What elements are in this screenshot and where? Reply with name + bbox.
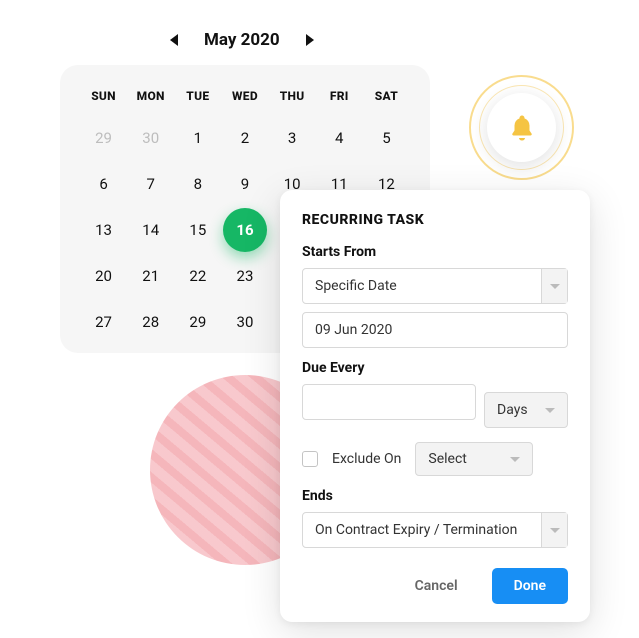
dow-header: MON (127, 89, 174, 109)
bell-icon (507, 113, 537, 143)
dow-header: THU (269, 89, 316, 109)
calendar-day[interactable]: 1 (174, 121, 221, 155)
calendar-day[interactable]: 13 (80, 213, 127, 247)
calendar-day[interactable]: 23 (221, 259, 268, 293)
due-every-label: Due Every (302, 360, 568, 376)
calendar-day[interactable]: 5 (363, 121, 410, 155)
exclude-on-checkbox[interactable] (302, 451, 318, 467)
dropdown-caret-icon (541, 269, 567, 303)
due-every-unit-select[interactable]: Days (484, 392, 568, 428)
starts-from-select[interactable]: Specific Date (302, 268, 568, 304)
dropdown-caret-icon (506, 450, 524, 468)
ends-select-value: On Contract Expiry / Termination (315, 522, 517, 538)
due-every-unit-value: Days (497, 402, 528, 418)
dow-header: WED (221, 89, 268, 109)
calendar-day[interactable]: 2 (221, 121, 268, 155)
calendar-day[interactable]: 16 (221, 213, 268, 247)
calendar-day[interactable]: 30 (221, 305, 268, 339)
next-month-arrow[interactable] (306, 34, 314, 46)
calendar-day[interactable]: 8 (174, 167, 221, 201)
calendar-day[interactable]: 27 (80, 305, 127, 339)
ends-select[interactable]: On Contract Expiry / Termination (302, 512, 568, 548)
starts-from-select-value: Specific Date (315, 278, 397, 294)
calendar-day[interactable]: 29 (80, 121, 127, 155)
calendar-day[interactable]: 6 (80, 167, 127, 201)
calendar-day[interactable]: 20 (80, 259, 127, 293)
starts-from-date-input[interactable]: 09 Jun 2020 (302, 312, 568, 348)
dropdown-caret-icon (541, 513, 567, 547)
dow-header: FRI (316, 89, 363, 109)
dow-header: TUE (174, 89, 221, 109)
recurring-task-panel: RECURRING TASK Starts From Specific Date… (280, 190, 590, 622)
calendar-day[interactable]: 30 (127, 121, 174, 155)
calendar-day[interactable]: 7 (127, 167, 174, 201)
calendar-day[interactable]: 28 (127, 305, 174, 339)
calendar-day[interactable]: 29 (174, 305, 221, 339)
done-button[interactable]: Done (492, 568, 568, 604)
starts-from-date-value: 09 Jun 2020 (315, 322, 392, 338)
exclude-on-select[interactable]: Select (415, 442, 533, 476)
calendar-day[interactable]: 15 (174, 213, 221, 247)
prev-month-arrow[interactable] (170, 34, 178, 46)
panel-title: RECURRING TASK (302, 212, 568, 228)
ends-label: Ends (302, 488, 568, 504)
calendar-day[interactable]: 22 (174, 259, 221, 293)
due-every-input[interactable] (302, 384, 476, 420)
exclude-on-select-value: Select (428, 451, 466, 467)
calendar-day[interactable]: 3 (269, 121, 316, 155)
calendar-day[interactable]: 21 (127, 259, 174, 293)
month-navigation: May 2020 (170, 30, 314, 50)
starts-from-label: Starts From (302, 244, 568, 260)
dow-header: SUN (80, 89, 127, 109)
calendar-day[interactable]: 4 (316, 121, 363, 155)
exclude-on-label: Exclude On (332, 451, 401, 467)
calendar-day[interactable]: 9 (221, 167, 268, 201)
dropdown-caret-icon (541, 401, 559, 419)
month-label: May 2020 (204, 30, 280, 50)
calendar-day[interactable]: 14 (127, 213, 174, 247)
cancel-button[interactable]: Cancel (393, 568, 480, 604)
notification-orb[interactable] (469, 75, 574, 180)
dow-header: SAT (363, 89, 410, 109)
